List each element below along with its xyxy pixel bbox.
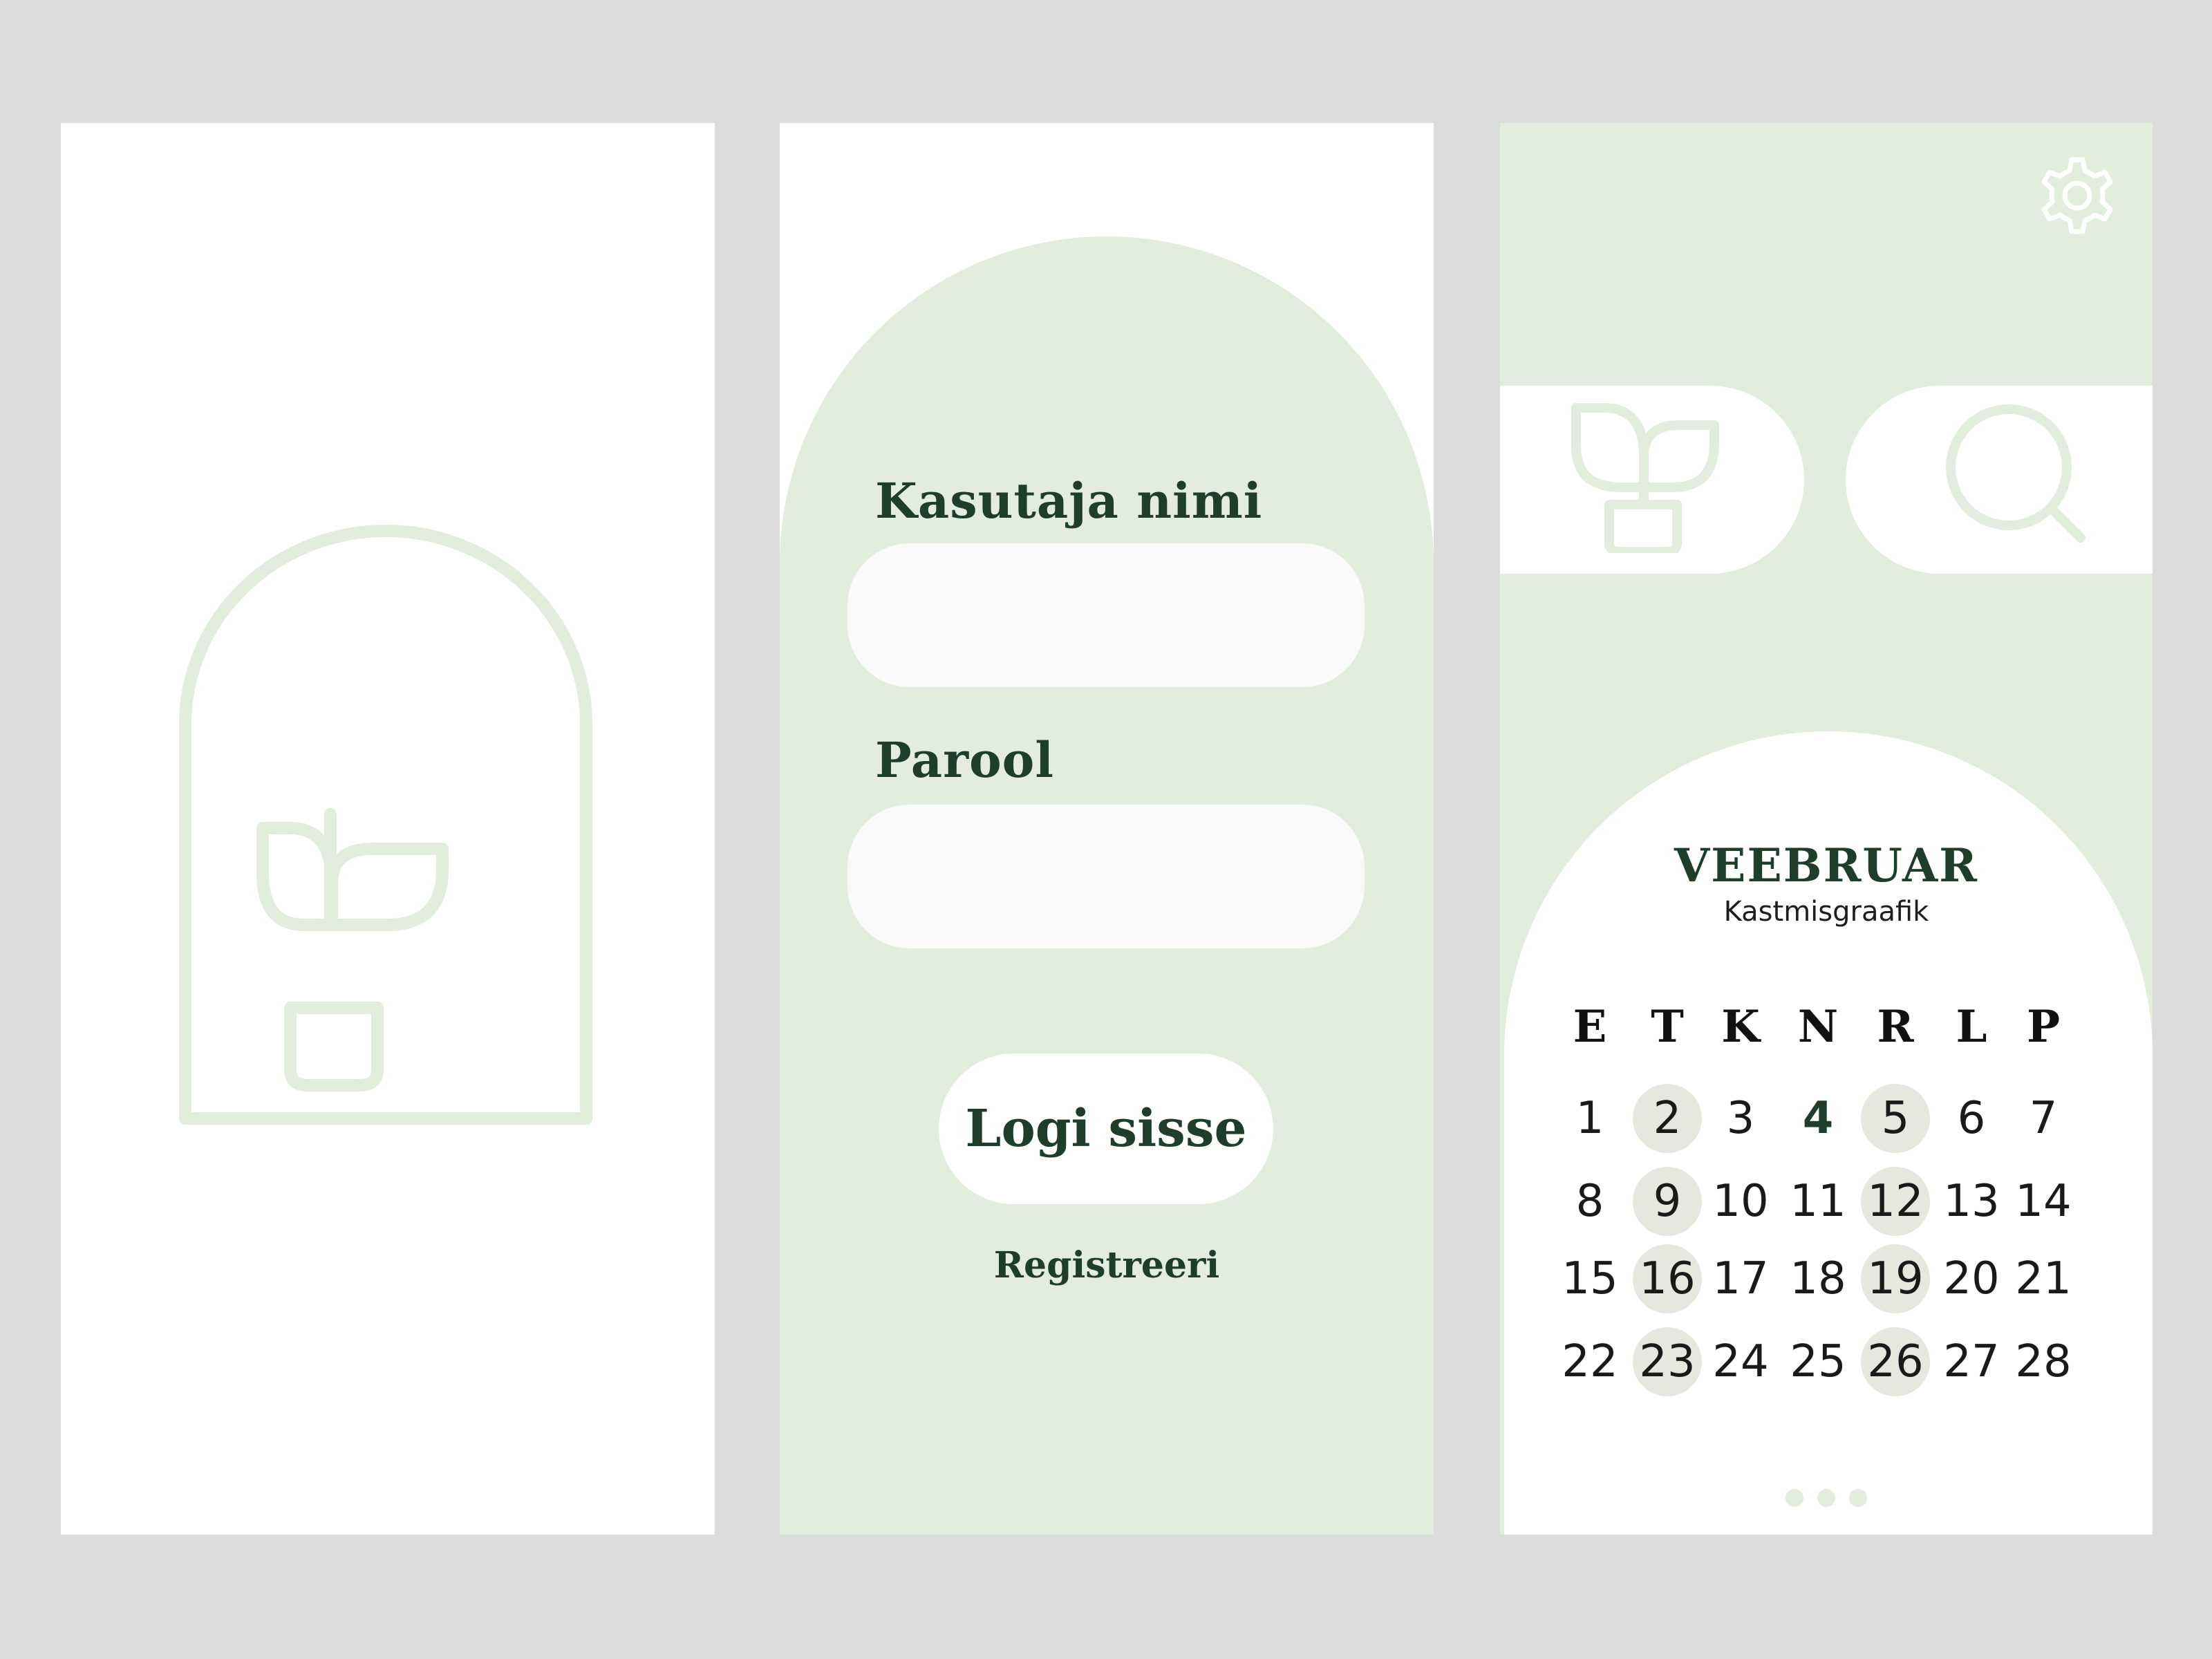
- plant-arch-icon: [179, 525, 592, 1125]
- calendar-day[interactable]: 11: [1783, 1167, 1853, 1236]
- calendar-day[interactable]: 13: [1937, 1167, 2006, 1236]
- calendar-day-watering[interactable]: 23: [1633, 1327, 1702, 1396]
- calendar-month: VEEBRUAR: [1674, 838, 1979, 892]
- login-button[interactable]: Logi sisse: [939, 1053, 1273, 1204]
- login-screen: Kasutaja nimi Parool Logi sisse Registre…: [780, 123, 1434, 1535]
- calendar-day[interactable]: 1: [1555, 1084, 1624, 1153]
- calendar-day[interactable]: 8: [1555, 1167, 1624, 1236]
- calendar-day[interactable]: 20: [1937, 1244, 2006, 1313]
- calendar-day[interactable]: 22: [1555, 1327, 1624, 1396]
- calendar-day-watering[interactable]: 9: [1633, 1167, 1702, 1236]
- page-dot[interactable]: [1849, 1489, 1867, 1507]
- calendar-day[interactable]: 28: [2009, 1327, 2078, 1396]
- username-label: Kasutaja nimi: [875, 472, 1263, 529]
- calendar-day[interactable]: 6: [1937, 1084, 2006, 1153]
- register-link[interactable]: Registreeri: [780, 1244, 1434, 1286]
- calendar-day[interactable]: 17: [1706, 1244, 1775, 1313]
- calendar-day-watering[interactable]: 19: [1861, 1244, 1930, 1313]
- calendar-day-watering[interactable]: 5: [1861, 1084, 1930, 1153]
- calendar-day-watering[interactable]: 12: [1861, 1167, 1930, 1236]
- calendar-day[interactable]: 7: [2009, 1084, 2078, 1153]
- calendar-day[interactable]: 27: [1937, 1327, 2006, 1396]
- calendar-day-watering[interactable]: 16: [1633, 1244, 1702, 1313]
- page-indicator: [1500, 1489, 2153, 1507]
- home-screen: VEEBRUAR Kastmisgraafik ETKNRLP 12345678…: [1500, 123, 2153, 1535]
- gear-icon[interactable]: [2032, 151, 2122, 241]
- calendar-day[interactable]: 10: [1706, 1167, 1775, 1236]
- calendar-day[interactable]: 14: [2009, 1167, 2078, 1236]
- splash-screen: [61, 123, 715, 1535]
- calendar-subtitle: Kastmisgraafik: [1723, 896, 1929, 928]
- calendar-day-today[interactable]: 4: [1783, 1084, 1853, 1153]
- search-nav-button[interactable]: [1846, 386, 2153, 574]
- plants-nav-button[interactable]: [1500, 386, 1804, 574]
- plant-icon: [1571, 403, 1719, 553]
- weekday-label: L: [1956, 1001, 1987, 1053]
- password-label: Parool: [875, 731, 1054, 789]
- page-dot[interactable]: [1817, 1489, 1835, 1507]
- page-dot[interactable]: [1785, 1489, 1803, 1507]
- password-field[interactable]: [847, 805, 1365, 948]
- weekday-label: T: [1651, 1001, 1684, 1053]
- calendar-day[interactable]: 25: [1783, 1327, 1853, 1396]
- calendar-day-watering[interactable]: 26: [1861, 1327, 1930, 1396]
- search-icon: [1946, 404, 2086, 543]
- calendar-day[interactable]: 24: [1706, 1327, 1775, 1396]
- calendar-day[interactable]: 3: [1706, 1084, 1775, 1153]
- username-field[interactable]: [847, 543, 1365, 687]
- weekday-label: P: [2026, 1001, 2061, 1053]
- weekday-label: N: [1797, 1001, 1839, 1053]
- calendar-day[interactable]: 15: [1555, 1244, 1624, 1313]
- calendar-day-watering[interactable]: 2: [1633, 1084, 1702, 1153]
- calendar-day[interactable]: 18: [1783, 1244, 1853, 1313]
- weekday-label: R: [1877, 1001, 1914, 1053]
- weekday-label: K: [1721, 1001, 1760, 1053]
- calendar-day[interactable]: 21: [2009, 1244, 2078, 1313]
- weekday-label: E: [1573, 1001, 1607, 1053]
